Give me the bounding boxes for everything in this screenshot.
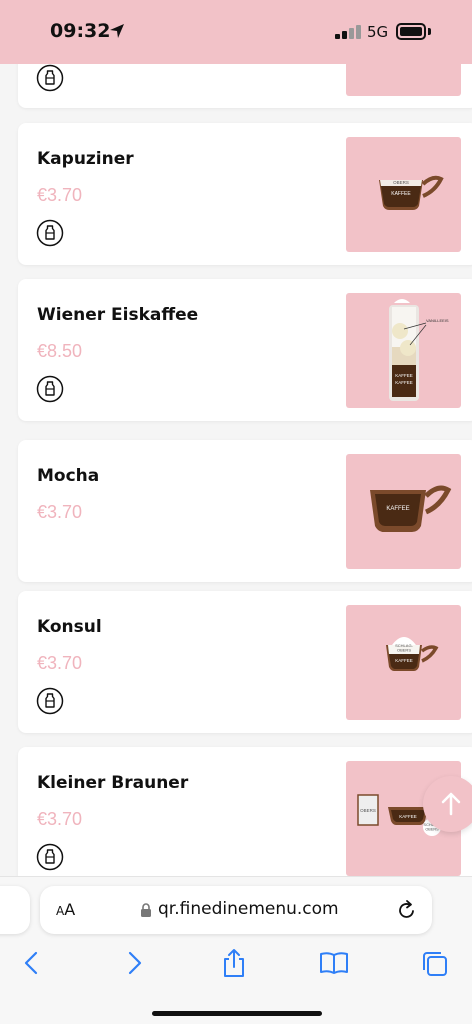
milk-bottle-icon <box>36 219 64 247</box>
item-image: OBERS KAFFEE <box>346 137 461 252</box>
previous-tab-preview[interactable] <box>0 886 30 934</box>
item-image: SCHLAG- OBERS KAFFEE <box>346 605 461 720</box>
image-label: VANILLEEIS <box>426 318 449 323</box>
image-label: OBERS <box>360 808 376 813</box>
item-name: Konsul <box>37 617 102 637</box>
item-price: €3.70 <box>37 809 83 829</box>
browser-toolbar: AA qr.finedinemenu.com <box>0 876 472 1024</box>
coffee-cup-illustration: KAFFEE <box>370 485 452 532</box>
chevron-left-icon[interactable] <box>22 950 42 976</box>
menu-item-card[interactable]: Kapuziner €3.70 OBERS KAFFEE <box>18 123 472 265</box>
image-label: KAFFEE <box>395 658 413 663</box>
item-image: VANILLEEIS KAFFEE KAFFEE <box>346 293 461 408</box>
item-name: Mocha <box>37 466 100 486</box>
tabs-icon[interactable] <box>421 950 449 978</box>
scroll-top-button[interactable] <box>423 776 472 832</box>
milk-bottle-icon <box>36 375 64 403</box>
image-label: OBERS <box>393 180 409 185</box>
item-image: KAFFEE <box>346 454 461 569</box>
network-type: 5G <box>367 23 389 41</box>
arrow-up-icon <box>441 792 461 816</box>
item-name: Kapuziner <box>37 149 134 169</box>
status-bar: 09:32 5G <box>0 0 472 64</box>
chevron-right-icon[interactable] <box>124 950 144 976</box>
item-name: Wiener Eiskaffee <box>37 305 199 325</box>
milk-bottle-icon <box>36 687 64 715</box>
signal-icon <box>335 25 361 39</box>
menu-item-card[interactable]: Konsul €3.70 SCHLAG- OBERS KAFFEE <box>18 591 472 733</box>
share-icon[interactable] <box>221 947 247 979</box>
item-price: €3.70 <box>37 502 83 522</box>
status-time: 09:32 <box>50 20 111 42</box>
image-label: KAFFEE <box>386 506 409 512</box>
milk-bottle-icon <box>36 64 64 92</box>
image-label: KAFFEE <box>399 814 417 819</box>
item-price: €8.50 <box>37 341 83 361</box>
url-text: qr.finedinemenu.com <box>158 899 339 919</box>
glass-illustration: VANILLEEIS KAFFEE KAFFEE <box>389 299 449 401</box>
home-indicator <box>152 1011 322 1016</box>
location-arrow-icon <box>110 24 124 38</box>
menu-item-card[interactable]: Kleiner Brauner €3.70 OBERS KAFFEE SCHLA… <box>18 747 472 889</box>
item-price: €3.70 <box>37 185 83 205</box>
item-price: €3.70 <box>37 653 83 673</box>
milk-bottle-icon <box>36 843 64 871</box>
lock-icon <box>141 903 151 917</box>
item-name: Kleiner Brauner <box>37 773 189 793</box>
image-label: KAFFEE <box>395 380 413 385</box>
image-label: KAFFEE <box>391 191 411 197</box>
image-label: OBERS <box>397 648 411 653</box>
image-label: KAFFEE <box>395 373 413 378</box>
menu-item-card[interactable]: Wiener Eiskaffee €8.50 VANILLEEIS KAFFEE… <box>18 279 472 421</box>
menu-item-card[interactable]: Mocha €3.70 KAFFEE <box>18 440 472 582</box>
reload-icon[interactable] <box>397 899 417 921</box>
coffee-cup-illustration: OBERS KAFFEE <box>379 175 444 210</box>
address-bar[interactable]: AA qr.finedinemenu.com <box>40 886 432 934</box>
battery-icon <box>396 23 426 40</box>
text-size-button[interactable]: AA <box>56 900 75 919</box>
book-icon[interactable] <box>319 951 349 975</box>
coffee-cup-illustration: SCHLAG- OBERS KAFFEE <box>386 637 439 671</box>
